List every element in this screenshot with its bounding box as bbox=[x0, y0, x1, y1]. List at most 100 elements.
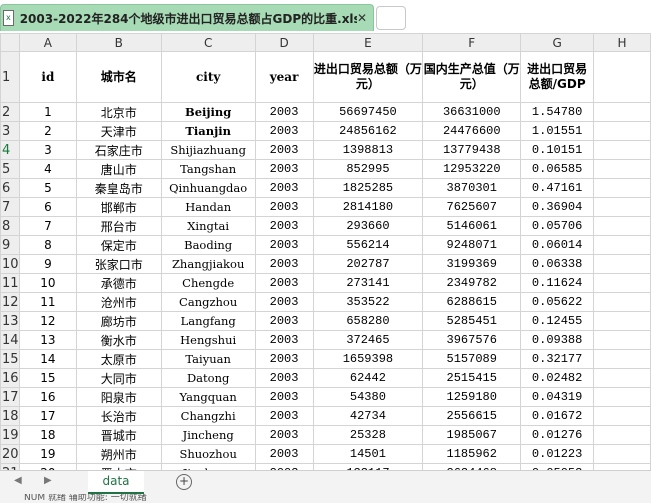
cell-city-name[interactable]: 长治市 bbox=[75, 406, 162, 426]
cell-city[interactable]: Baoding bbox=[160, 235, 256, 255]
cell-ratio[interactable]: 0.06585 bbox=[520, 159, 595, 179]
cell-city-name[interactable]: 沧州市 bbox=[75, 292, 162, 312]
row-number[interactable]: 8 bbox=[0, 216, 20, 236]
row-number[interactable]: 3 bbox=[0, 121, 20, 141]
cell-trade[interactable]: 24856162 bbox=[312, 121, 424, 141]
row-number[interactable]: 14 bbox=[0, 330, 20, 350]
cell-gdp[interactable]: 1185962 bbox=[422, 444, 522, 464]
cell-id[interactable]: 9 bbox=[18, 254, 77, 274]
new-tab-button[interactable] bbox=[376, 6, 406, 30]
cell-city-name[interactable]: 晋城市 bbox=[75, 425, 162, 445]
cell-id[interactable]: 5 bbox=[18, 178, 77, 198]
cell-city[interactable]: Jincheng bbox=[160, 425, 256, 445]
sheet-tab-data[interactable]: data bbox=[88, 471, 144, 494]
cell-year[interactable]: 2003 bbox=[254, 444, 314, 464]
cell-ratio[interactable]: 0.05622 bbox=[520, 292, 595, 312]
cell-ratio[interactable]: 0.02482 bbox=[520, 368, 595, 388]
cell-ratio[interactable]: 0.06014 bbox=[520, 235, 595, 255]
cell-city-name[interactable]: 朔州市 bbox=[75, 444, 162, 464]
cell-city-name[interactable]: 北京市 bbox=[75, 102, 162, 122]
cell-ratio[interactable]: 1.01551 bbox=[520, 121, 595, 141]
cell-id[interactable]: 7 bbox=[18, 216, 77, 236]
cell-id[interactable]: 13 bbox=[18, 330, 77, 350]
cell-gdp[interactable]: 2556615 bbox=[422, 406, 522, 426]
next-sheet-icon[interactable]: ▶ bbox=[44, 475, 52, 486]
cell-city[interactable]: Shijiazhuang bbox=[160, 140, 256, 160]
cell-header-trade[interactable]: 进出口贸易总额（万元） bbox=[312, 51, 424, 103]
cell-year[interactable]: 2003 bbox=[254, 254, 314, 274]
cell-trade[interactable]: 353522 bbox=[312, 292, 424, 312]
cell-id[interactable]: 4 bbox=[18, 159, 77, 179]
cell-year[interactable]: 2003 bbox=[254, 292, 314, 312]
cell-year[interactable]: 2003 bbox=[254, 140, 314, 160]
cell-empty[interactable] bbox=[593, 102, 651, 122]
row-number[interactable]: 5 bbox=[0, 159, 20, 179]
cell-gdp[interactable]: 3199369 bbox=[422, 254, 522, 274]
row-number[interactable]: 12 bbox=[0, 292, 20, 312]
cell-trade[interactable]: 62442 bbox=[312, 368, 424, 388]
cell-city[interactable]: Hengshui bbox=[160, 330, 256, 350]
cell-id[interactable]: 1 bbox=[18, 102, 77, 122]
cell-id[interactable]: 18 bbox=[18, 425, 77, 445]
cell-empty[interactable] bbox=[593, 197, 651, 217]
cell-city-name[interactable]: 廊坊市 bbox=[75, 311, 162, 331]
cell-gdp[interactable]: 3967576 bbox=[422, 330, 522, 350]
cell-city[interactable]: Tangshan bbox=[160, 159, 256, 179]
cell-trade[interactable]: 1659398 bbox=[312, 349, 424, 369]
cell-gdp[interactable]: 12953220 bbox=[422, 159, 522, 179]
cell-year[interactable]: 2003 bbox=[254, 235, 314, 255]
cell-city[interactable]: Cangzhou bbox=[160, 292, 256, 312]
cell-trade[interactable]: 556214 bbox=[312, 235, 424, 255]
cell-city-name[interactable]: 邢台市 bbox=[75, 216, 162, 236]
cell-year[interactable]: 2003 bbox=[254, 197, 314, 217]
cell-id[interactable]: 15 bbox=[18, 368, 77, 388]
cell-header-id[interactable]: id bbox=[18, 51, 77, 103]
close-icon[interactable]: ✕ bbox=[357, 11, 367, 25]
column-header[interactable]: G bbox=[520, 33, 595, 52]
cell-ratio[interactable]: 0.10151 bbox=[520, 140, 595, 160]
cell-trade[interactable]: 1825285 bbox=[312, 178, 424, 198]
cell-city[interactable]: Handan bbox=[160, 197, 256, 217]
cell-id[interactable]: 2 bbox=[18, 121, 77, 141]
cell-empty[interactable] bbox=[593, 368, 651, 388]
cell-header-city[interactable]: city bbox=[160, 51, 256, 103]
cell-gdp[interactable]: 7625607 bbox=[422, 197, 522, 217]
cell-ratio[interactable]: 0.11624 bbox=[520, 273, 595, 293]
add-sheet-button[interactable]: + bbox=[176, 474, 192, 490]
cell-ratio[interactable]: 0.05706 bbox=[520, 216, 595, 236]
cell-empty[interactable] bbox=[593, 425, 651, 445]
cell-id[interactable]: 11 bbox=[18, 292, 77, 312]
row-number[interactable]: 13 bbox=[0, 311, 20, 331]
row-number[interactable]: 6 bbox=[0, 178, 20, 198]
cell-city[interactable]: Yangquan bbox=[160, 387, 256, 407]
column-header[interactable]: E bbox=[312, 33, 424, 52]
cell-header-year[interactable]: year bbox=[254, 51, 314, 103]
cell-gdp[interactable]: 24476600 bbox=[422, 121, 522, 141]
cell-city[interactable]: Shuozhou bbox=[160, 444, 256, 464]
cell-gdp[interactable]: 36631000 bbox=[422, 102, 522, 122]
cell-trade[interactable]: 42734 bbox=[312, 406, 424, 426]
cell-empty[interactable] bbox=[593, 140, 651, 160]
row-number[interactable]: 2 bbox=[0, 102, 20, 122]
cell-ratio[interactable]: 0.47161 bbox=[520, 178, 595, 198]
cell-ratio[interactable]: 0.01672 bbox=[520, 406, 595, 426]
file-tab[interactable]: x 2003-2022年284个地级市进出口贸易总额占GDP的比重.xlsx ✕ bbox=[0, 4, 374, 31]
row-number[interactable]: 15 bbox=[0, 349, 20, 369]
row-number[interactable]: 17 bbox=[0, 387, 20, 407]
cell-id[interactable]: 19 bbox=[18, 444, 77, 464]
cell-trade[interactable]: 1398813 bbox=[312, 140, 424, 160]
cell-year[interactable]: 2003 bbox=[254, 273, 314, 293]
cell-trade[interactable]: 852995 bbox=[312, 159, 424, 179]
cell-city[interactable]: Qinhuangdao bbox=[160, 178, 256, 198]
cell-city-name[interactable]: 保定市 bbox=[75, 235, 162, 255]
cell-ratio[interactable]: 0.32177 bbox=[520, 349, 595, 369]
cell-empty[interactable] bbox=[593, 311, 651, 331]
cell-trade[interactable]: 658280 bbox=[312, 311, 424, 331]
cell-id[interactable]: 8 bbox=[18, 235, 77, 255]
cell-year[interactable]: 2003 bbox=[254, 349, 314, 369]
column-header[interactable]: B bbox=[75, 33, 162, 52]
cell-empty[interactable] bbox=[593, 121, 651, 141]
cell-gdp[interactable]: 9248071 bbox=[422, 235, 522, 255]
cell-city[interactable]: Zhangjiakou bbox=[160, 254, 256, 274]
cell-ratio[interactable]: 0.06338 bbox=[520, 254, 595, 274]
